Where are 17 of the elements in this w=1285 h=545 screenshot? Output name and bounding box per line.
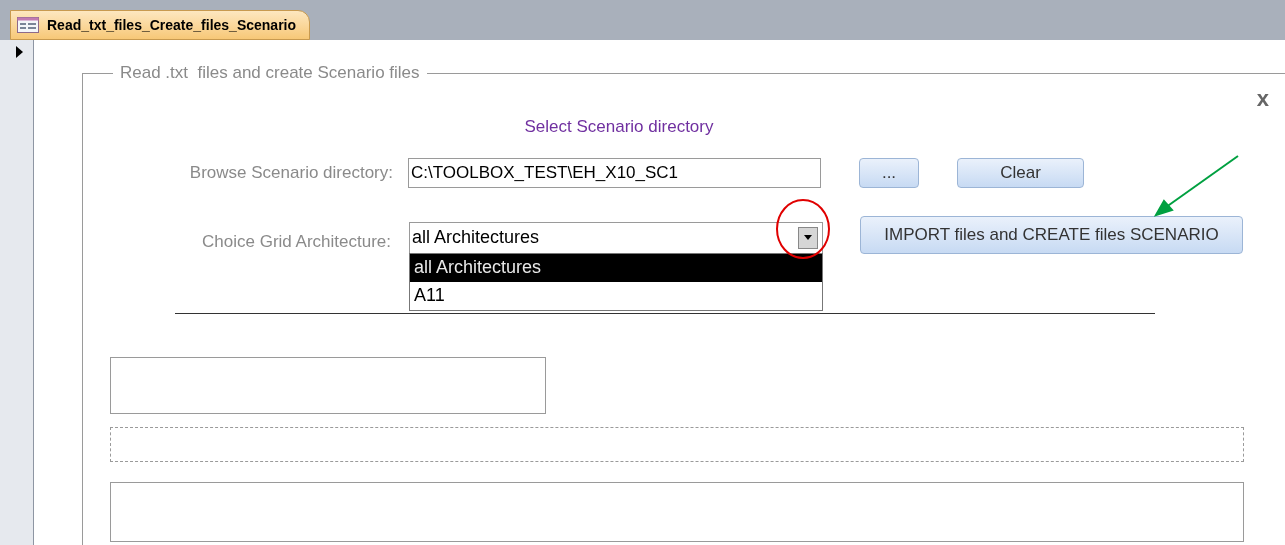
directory-field[interactable]: C:\TOOLBOX_TEST\EH_X10_SC1 bbox=[408, 157, 821, 188]
highlight-circle bbox=[775, 197, 831, 260]
current-record-icon bbox=[16, 46, 23, 58]
architecture-combo[interactable]: all Architectures bbox=[409, 221, 823, 254]
clear-button[interactable]: Clear bbox=[957, 157, 1084, 188]
form-tab[interactable]: Read_txt_files_Create_files_Scenario bbox=[10, 10, 310, 40]
form-heading: Select Scenario directory bbox=[524, 116, 714, 138]
field-label: Browse Scenario directory: bbox=[188, 161, 393, 184]
caret-icon bbox=[804, 235, 812, 240]
form-icon bbox=[17, 17, 39, 33]
close-button[interactable]: x bbox=[1256, 88, 1269, 110]
browse-button[interactable]: ... bbox=[859, 157, 919, 188]
field-label: Choice Grid Architecture: bbox=[201, 230, 391, 253]
tab-title: Read_txt_files_Create_files_Scenario bbox=[47, 15, 297, 35]
dropdown-option[interactable]: all Architectures bbox=[410, 253, 822, 282]
import-button[interactable]: IMPORT files and CREATE files SCENARIO bbox=[860, 215, 1243, 254]
dropdown-arrow-button[interactable] bbox=[798, 226, 818, 249]
